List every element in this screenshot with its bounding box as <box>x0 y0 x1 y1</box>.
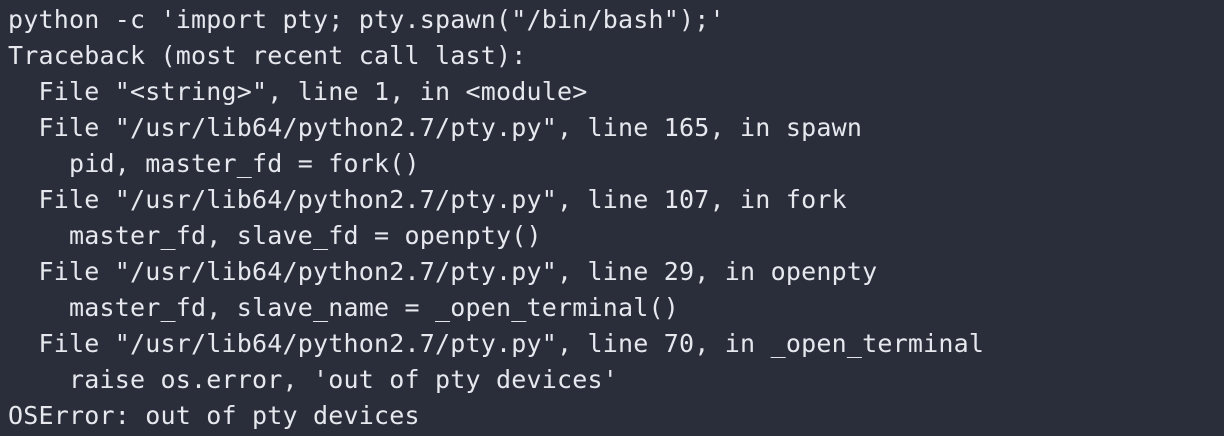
terminal-output[interactable]: python -c 'import pty; pty.spawn("/bin/b… <box>0 0 1224 436</box>
traceback-frame: File "<string>", line 1, in <module> <box>8 77 588 106</box>
traceback-frame: File "/usr/lib64/python2.7/pty.py", line… <box>8 257 878 286</box>
command-line: python -c 'import pty; pty.spawn("/bin/b… <box>8 5 725 34</box>
traceback-header: Traceback (most recent call last): <box>8 41 527 70</box>
error-message: OSError: out of pty devices <box>8 401 420 430</box>
traceback-source: pid, master_fd = fork() <box>8 149 420 178</box>
traceback-frame: File "/usr/lib64/python2.7/pty.py", line… <box>8 185 847 214</box>
traceback-source: raise os.error, 'out of pty devices' <box>8 365 619 394</box>
traceback-frame: File "/usr/lib64/python2.7/pty.py", line… <box>8 329 985 358</box>
traceback-source: master_fd, slave_fd = openpty() <box>8 221 542 250</box>
traceback-source: master_fd, slave_name = _open_terminal() <box>8 293 680 322</box>
traceback-frame: File "/usr/lib64/python2.7/pty.py", line… <box>8 113 863 142</box>
